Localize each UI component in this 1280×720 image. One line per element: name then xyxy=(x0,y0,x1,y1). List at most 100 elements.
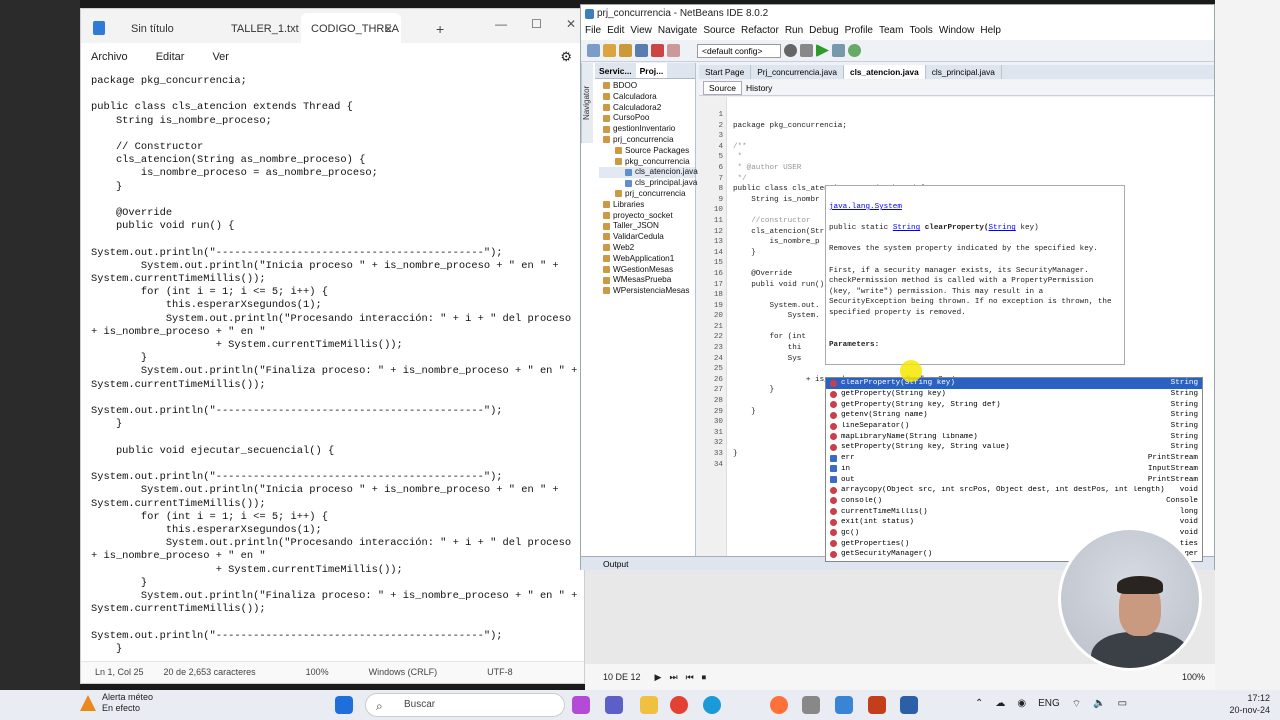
completion-item[interactable]: arraycopy(Object src, int srcPos, Object… xyxy=(826,485,1202,496)
chrome-icon[interactable] xyxy=(670,696,688,714)
tree-item[interactable]: ValidarCedula xyxy=(599,232,695,243)
editor-tab[interactable]: Start Page xyxy=(699,65,752,79)
nb-menu-item[interactable]: Tools xyxy=(909,25,932,38)
tree-item[interactable]: Web2 xyxy=(599,243,695,254)
nb-menu-item[interactable]: Navigate xyxy=(658,25,697,38)
notepad-icon[interactable] xyxy=(835,696,853,714)
completion-item[interactable]: clearProperty(String key) String xyxy=(826,378,1202,389)
wifi-icon[interactable]: ⌔ xyxy=(1072,698,1081,711)
nb-menu-item[interactable]: Run xyxy=(785,25,803,38)
minimize-icon[interactable]: — xyxy=(495,17,507,31)
play-icon[interactable]: ▶ xyxy=(655,672,662,683)
tree-item[interactable]: WGestionMesas xyxy=(599,265,695,276)
notepad-tab-active[interactable]: CODIGO_THREA ✕ xyxy=(301,13,401,43)
open-project-icon[interactable] xyxy=(619,44,632,57)
debug-icon[interactable] xyxy=(832,44,845,57)
powerpoint-icon[interactable] xyxy=(868,696,886,714)
redo-icon[interactable] xyxy=(667,44,680,57)
editor-tab[interactable]: Prj_concurrencia.java xyxy=(751,65,844,79)
javadoc-class-link[interactable]: java.lang.System xyxy=(829,203,902,211)
netbeans-task-icon[interactable] xyxy=(900,696,918,714)
menu-ver[interactable]: Ver xyxy=(212,51,229,69)
settings-icon[interactable] xyxy=(802,696,820,714)
undo-icon[interactable] xyxy=(651,44,664,57)
settings-gear-icon[interactable]: ⚙ xyxy=(560,49,572,65)
tab-projects[interactable]: Proj... xyxy=(635,63,668,78)
navigator-rail[interactable]: Navigator xyxy=(581,63,593,143)
javadoc-return-type[interactable]: String xyxy=(893,224,920,232)
teams-icon[interactable] xyxy=(605,696,623,714)
editor-tab[interactable]: cls_principal.java xyxy=(926,65,1002,79)
new-tab-icon[interactable]: + xyxy=(436,21,444,37)
tree-item[interactable]: Libraries xyxy=(599,200,695,211)
keyboard-lang[interactable]: ENG xyxy=(1038,698,1060,711)
tree-item[interactable]: WebApplication1 xyxy=(599,254,695,265)
meet-icon[interactable]: ◉ xyxy=(1017,698,1026,711)
tree-item[interactable]: Calculadora2 xyxy=(599,103,695,114)
completion-item[interactable]: getProperty(String key, String def) Strin… xyxy=(826,399,1202,410)
tree-item[interactable]: CursoPoo xyxy=(599,113,695,124)
tree-item[interactable]: prj_concurrencia xyxy=(599,189,695,200)
notepad-text-area[interactable]: package pkg_concurrencia; public class c… xyxy=(91,75,578,661)
nb-menu-item[interactable]: Refactor xyxy=(741,25,779,38)
search-box[interactable]: ⌕ Buscar xyxy=(365,693,565,717)
chevron-up-icon[interactable]: ⌃ xyxy=(975,698,983,711)
profile-icon[interactable] xyxy=(848,44,861,57)
config-select[interactable]: <default config> xyxy=(697,43,781,58)
completion-item[interactable]: console() Console xyxy=(826,496,1202,507)
clean-build-icon[interactable] xyxy=(800,44,813,57)
battery-icon[interactable]: ▭ xyxy=(1118,698,1127,711)
rewind-icon[interactable]: ⏮ xyxy=(686,672,694,683)
completion-item[interactable]: err PrintStream xyxy=(826,453,1202,464)
explorer-icon[interactable] xyxy=(640,696,658,714)
stop-icon[interactable]: ⏹ xyxy=(702,672,707,683)
close-tab-icon[interactable]: ✕ xyxy=(384,23,393,36)
completion-item[interactable]: out PrintStream xyxy=(826,474,1202,485)
tree-item[interactable]: cls_principal.java xyxy=(599,178,697,189)
nb-menu-item[interactable]: File xyxy=(585,25,601,38)
tree-item[interactable]: gestionInventario xyxy=(599,124,695,135)
tree-item[interactable]: WPersistenciaMesas xyxy=(599,286,695,297)
completion-item[interactable]: currentTimeMillis() long xyxy=(826,506,1202,517)
cloud-icon[interactable]: ☁ xyxy=(995,698,1005,711)
tree-item[interactable]: cls_atencion.java xyxy=(599,167,698,179)
completion-item[interactable]: lineSeparator() String xyxy=(826,421,1202,432)
nb-menu-item[interactable]: Profile xyxy=(845,25,873,38)
tree-item[interactable]: pkg_concurrencia xyxy=(599,157,695,168)
menu-archivo[interactable]: Archivo xyxy=(91,51,128,69)
nb-menu-item[interactable]: Help xyxy=(980,25,1001,38)
nb-menu-item[interactable]: Window xyxy=(939,25,975,38)
completion-item[interactable]: in InputStream xyxy=(826,464,1202,475)
nb-menu-item[interactable]: Debug xyxy=(809,25,838,38)
tree-item[interactable]: WMesasPrueba xyxy=(599,275,695,286)
notepad-tab[interactable]: TALLER_1.txt xyxy=(201,13,301,43)
close-icon[interactable]: ✕ xyxy=(566,17,576,31)
notepad-tab[interactable]: Sin título xyxy=(101,13,201,43)
history-button[interactable]: History xyxy=(746,83,772,93)
tree-item[interactable]: prj_concurrencia xyxy=(599,135,695,146)
new-file-icon[interactable] xyxy=(587,44,600,57)
tree-item[interactable]: Calculadora xyxy=(599,92,695,103)
weather-widget[interactable]: Alerta méteo En efecto xyxy=(80,692,153,714)
completion-item[interactable]: getenv(String name) String xyxy=(826,410,1202,421)
nb-menu-item[interactable]: View xyxy=(630,25,652,38)
volume-icon[interactable]: 🔈 xyxy=(1093,698,1105,711)
nb-menu-item[interactable]: Edit xyxy=(607,25,624,38)
tree-item[interactable]: proyecto_socket xyxy=(599,211,695,222)
maximize-icon[interactable]: ☐ xyxy=(531,17,542,31)
new-project-icon[interactable] xyxy=(603,44,616,57)
completion-item[interactable]: setProperty(String key, String value) Str… xyxy=(826,442,1202,453)
tree-item[interactable]: Taller_JSON xyxy=(599,221,695,232)
tree-item[interactable]: Source Packages xyxy=(599,146,695,157)
edge-icon[interactable] xyxy=(703,696,721,714)
javadoc-param-type[interactable]: String xyxy=(989,224,1016,232)
run-icon[interactable] xyxy=(816,44,829,57)
clock[interactable]: 17:12 20-nov-24 xyxy=(1229,692,1270,716)
menu-editar[interactable]: Editar xyxy=(156,51,185,69)
completion-item[interactable]: mapLibraryName(String libname) String xyxy=(826,431,1202,442)
nb-menu-item[interactable]: Source xyxy=(703,25,735,38)
build-icon[interactable] xyxy=(784,44,797,57)
tab-services[interactable]: Servic... xyxy=(595,63,636,78)
completion-item[interactable]: exit(int status) void xyxy=(826,517,1202,528)
start-icon[interactable] xyxy=(335,696,353,714)
